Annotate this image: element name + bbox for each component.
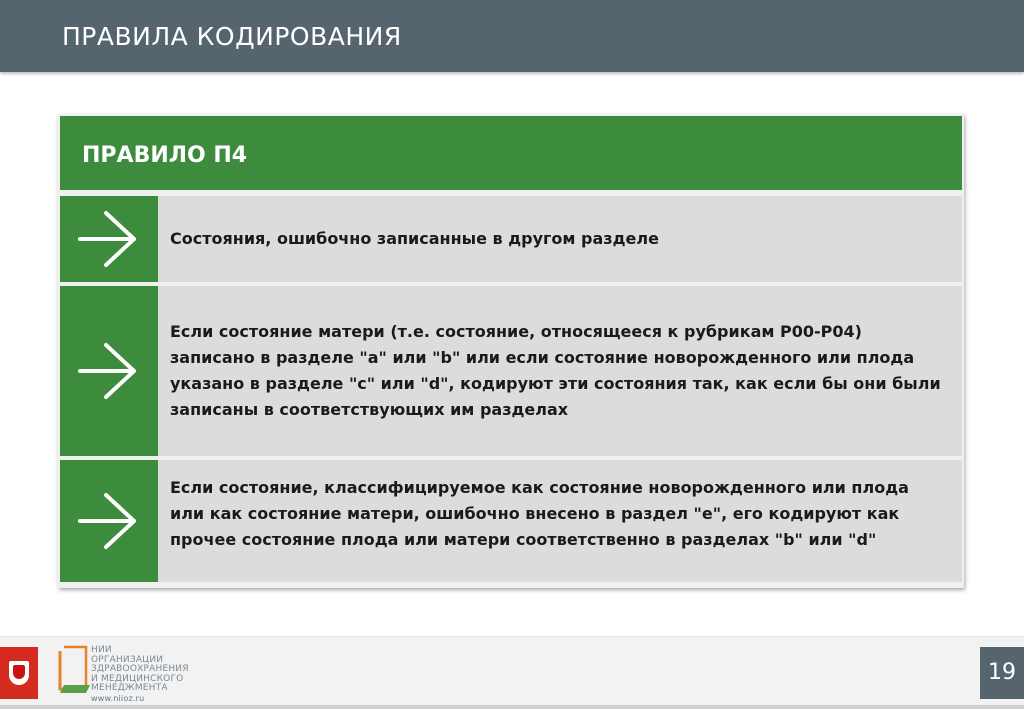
arrow-right-icon (78, 493, 136, 549)
slide-footer: НИИ ОРГАНИЗАЦИИ ЗДРАВООХРАНЕНИЯ И МЕДИЦИ… (0, 636, 1024, 709)
rule-item: Если состояние, классифицируемое как сос… (60, 460, 962, 582)
arrow-right-icon (78, 211, 136, 267)
slide-title: ПРАВИЛА КОДИРОВАНИЯ (62, 22, 402, 51)
org-site-link[interactable]: www.niioz.ru (91, 694, 189, 704)
org-line: МЕНЕДЖМЕНТА (91, 683, 168, 693)
footer-divider (0, 705, 1024, 709)
arrow-box (60, 460, 158, 582)
rule-item-text: Состояния, ошибочно записанные в другом … (170, 229, 659, 248)
nii-logo-icon (58, 645, 90, 693)
org-name: НИИ ОРГАНИЗАЦИИ ЗДРАВООХРАНЕНИЯ И МЕДИЦИ… (91, 645, 189, 704)
rule-header: ПРАВИЛО П4 (60, 116, 962, 190)
page-number: 19 (980, 647, 1024, 699)
rule-item: Если состояние матери (т.е. состояние, о… (60, 286, 962, 456)
rule-item-text: Если состояние, классифицируемое как сос… (170, 477, 909, 549)
rule-title: ПРАВИЛО П4 (82, 143, 248, 168)
slide-header: ПРАВИЛА КОДИРОВАНИЯ (0, 0, 1024, 72)
rule-item-text: Если состояние матери (т.е. состояние, о… (170, 322, 941, 419)
rule-item: Состояния, ошибочно записанные в другом … (60, 196, 962, 282)
arrow-box (60, 286, 158, 456)
arrow-right-icon (78, 343, 136, 399)
moscow-emblem-icon (0, 647, 38, 699)
arrow-box (60, 196, 158, 282)
rule-card: ПРАВИЛО П4 Состояния, ошибочно записанны… (58, 114, 964, 588)
